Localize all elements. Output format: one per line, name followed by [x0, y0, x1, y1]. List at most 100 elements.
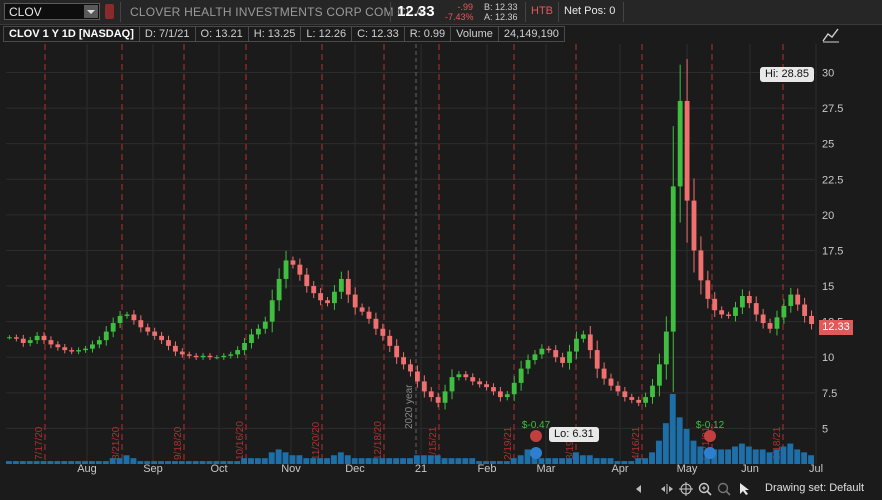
candle-body	[497, 391, 503, 398]
volume-bar	[635, 458, 642, 464]
candle-body	[636, 399, 642, 403]
percent-change: -7.43%	[445, 12, 474, 22]
candle-body	[159, 335, 164, 341]
dividend-icon	[704, 430, 716, 442]
volume-bar	[462, 458, 469, 464]
candle-body	[650, 385, 655, 398]
candle-body	[767, 323, 773, 329]
candle-body	[249, 334, 254, 343]
divider	[390, 2, 391, 22]
volume-bar	[330, 455, 337, 464]
price-tick-label: 10	[822, 352, 834, 364]
candle-body	[421, 381, 427, 392]
volume-bar	[379, 458, 386, 464]
volume-bar	[469, 458, 476, 464]
volume-bar	[801, 452, 808, 464]
info-low: L: 12.26	[301, 26, 353, 42]
candle-body	[567, 351, 572, 363]
candle-body	[283, 260, 289, 279]
candle-body	[781, 305, 787, 318]
symbol-dropdown-button[interactable]	[84, 5, 98, 18]
event-marker-label: 11/20/20	[311, 421, 322, 460]
volume-bar	[275, 449, 282, 464]
time-tick-label: Nov	[281, 463, 301, 475]
candle-body	[166, 340, 171, 346]
info-close: C: 12.33	[352, 26, 405, 42]
candle-body	[172, 345, 178, 352]
price-tick-label: 22.5	[822, 174, 843, 186]
candle-body	[560, 357, 566, 363]
time-tick-label: Mar	[537, 463, 556, 475]
zoom-in-icon[interactable]	[698, 482, 712, 496]
volume-bar	[572, 452, 579, 464]
volume-bar	[766, 452, 773, 464]
ask-price: A: 12.36	[484, 12, 518, 22]
drawing-set-selector[interactable]: Drawing set: Default	[765, 482, 864, 494]
low-label: Lo: 6.31	[549, 427, 599, 442]
candle-body	[518, 368, 524, 383]
zoom-out-icon[interactable]	[717, 482, 731, 496]
volume-bar	[199, 461, 206, 464]
price-tick-label: 25	[822, 139, 834, 151]
bid-price: B: 12.33	[484, 2, 518, 12]
chart-style-icon[interactable]	[822, 27, 840, 43]
info-high: H: 13.25	[248, 26, 302, 42]
event-marker-label: 2/19/21	[503, 426, 514, 460]
candle-body	[276, 278, 282, 301]
chart-title[interactable]: CLOV 1 Y 1D [NASDAQ]	[3, 26, 140, 42]
candle-body	[594, 350, 600, 369]
volume-bar	[697, 446, 704, 464]
candle-body	[124, 314, 130, 316]
candle-body	[733, 307, 738, 316]
volume-bar	[690, 440, 697, 464]
scroll-left-icon[interactable]	[632, 482, 646, 496]
volume-bar	[524, 449, 531, 464]
volume-bar	[234, 461, 241, 464]
candle-body	[262, 321, 268, 329]
htb-badge: HTB	[531, 5, 553, 17]
symbol-toolbar: CLOV CLOVER HEALTH INVESTMENTS CORP COM …	[0, 0, 882, 25]
candle-body	[719, 310, 725, 315]
volume-bar	[780, 446, 787, 464]
candle-body	[311, 286, 317, 294]
crosshair-icon[interactable]	[679, 482, 693, 496]
dividend-label: $-0.47	[522, 420, 551, 431]
time-tick-label: Oct	[210, 463, 227, 475]
candle-body	[414, 371, 420, 382]
event-marker-label: 9/18/20	[173, 426, 184, 460]
candle-body	[352, 294, 358, 308]
volume-bar	[441, 458, 448, 464]
candle-body	[629, 397, 635, 400]
candle-body	[442, 391, 448, 403]
cursor-icon[interactable]	[738, 482, 752, 496]
time-tick-label: Jul	[809, 463, 823, 475]
symbol-input[interactable]: CLOV	[4, 3, 100, 20]
event-marker-label: 8/21/20	[111, 426, 122, 460]
candle-body	[34, 335, 40, 341]
candle-body	[726, 314, 731, 316]
candle-body	[27, 340, 33, 343]
volume-bar	[227, 461, 234, 464]
volume-bar	[261, 458, 268, 464]
pan-icon[interactable]	[660, 482, 674, 496]
volume-bar	[794, 449, 801, 464]
volume-bar	[642, 458, 649, 464]
volume-bar	[669, 394, 676, 464]
split-icon	[530, 447, 542, 459]
volume-bar	[47, 461, 54, 464]
volume-bar	[773, 449, 780, 464]
volume-bar	[649, 452, 655, 464]
volume-bar	[662, 423, 669, 464]
event-marker-label: 12/18/20	[373, 421, 384, 460]
volume-bar	[579, 455, 586, 464]
volume-bar	[268, 452, 275, 464]
volume-bar	[752, 449, 759, 464]
volume-bar	[732, 446, 738, 464]
candle-body	[809, 315, 814, 325]
candle-body	[546, 348, 552, 351]
price-tick-label: 17.5	[822, 245, 843, 257]
flag-icon[interactable]	[105, 4, 114, 19]
candle-body	[83, 348, 88, 351]
time-tick-label: Aug	[77, 463, 97, 475]
price-chart[interactable]: 2020 year 7/17/20 8/21/20 9/18/20 10/16/20 11…	[0, 44, 882, 480]
